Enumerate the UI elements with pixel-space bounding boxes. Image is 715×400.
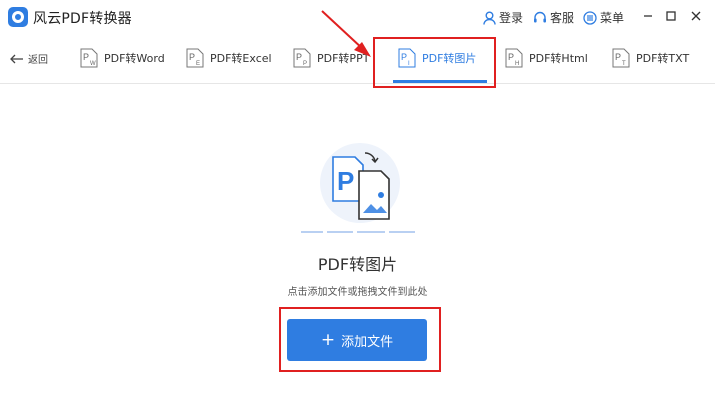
minimize-button[interactable]	[640, 8, 656, 24]
tab-pdf-to-html[interactable]: PH PDF转Html	[505, 47, 588, 69]
arrow-left-icon	[10, 54, 23, 63]
conversion-tab-bar: 返回 PW PDF转Word PE PDF转Excel PP PDF转PPT P…	[0, 34, 715, 84]
tab-label: PDF转Excel	[210, 52, 272, 65]
svg-text:P: P	[615, 52, 621, 62]
plus-icon: +	[320, 329, 336, 350]
add-file-button[interactable]: + 添加文件	[287, 319, 427, 361]
tab-pdf-to-word[interactable]: PW PDF转Word	[80, 47, 165, 69]
tab-label: PDF转PPT	[317, 52, 370, 65]
annotation-box-tab	[373, 37, 496, 88]
maximize-icon	[666, 11, 676, 21]
tab-pdf-to-txt[interactable]: PT PDF转TXT	[612, 47, 689, 69]
title-bar: 风云PDF转换器 登录 客服 菜单	[0, 0, 715, 34]
pdf-ppt-file-icon: PP	[293, 48, 311, 68]
back-label: 返回	[28, 55, 48, 66]
pdf-txt-file-icon: PT	[612, 48, 630, 68]
menu-icon	[583, 10, 597, 25]
tab-pdf-to-excel[interactable]: PE PDF转Excel	[186, 47, 272, 69]
maximize-button[interactable]	[663, 8, 679, 24]
service-label: 客服	[550, 11, 575, 25]
service-button[interactable]: 客服	[533, 9, 574, 26]
back-button[interactable]: 返回	[10, 51, 48, 66]
svg-text:P: P	[189, 52, 195, 62]
login-label: 登录	[499, 11, 524, 25]
menu-label: 菜单	[600, 11, 625, 25]
svg-text:P: P	[303, 61, 307, 67]
headset-icon	[534, 11, 546, 22]
svg-text:P: P	[508, 52, 514, 62]
tab-label: PDF转Html	[529, 52, 588, 65]
minimize-icon	[644, 15, 652, 17]
svg-text:P: P	[83, 52, 89, 62]
pdf-to-image-illustration: P	[301, 143, 415, 233]
drop-hint: 点击添加文件或拖拽文件到此处	[287, 287, 428, 298]
page-title: PDF转图片	[317, 255, 398, 274]
app-logo-icon	[8, 7, 28, 27]
login-button[interactable]: 登录	[483, 9, 523, 26]
svg-text:E: E	[196, 61, 200, 67]
close-icon	[691, 11, 701, 21]
tab-label: PDF转Word	[104, 52, 165, 65]
pdf-html-file-icon: PH	[505, 48, 523, 68]
svg-text:W: W	[90, 61, 96, 67]
svg-text:H: H	[515, 61, 519, 67]
pdf-word-file-icon: PW	[80, 48, 98, 68]
add-file-label: 添加文件	[341, 334, 394, 350]
svg-text:T: T	[622, 61, 626, 67]
user-icon	[483, 11, 496, 25]
pdf-excel-file-icon: PE	[186, 48, 204, 68]
close-button[interactable]	[688, 8, 704, 24]
svg-text:P: P	[296, 52, 302, 62]
svg-text:P: P	[337, 166, 354, 196]
tab-pdf-to-ppt[interactable]: PP PDF转PPT	[293, 47, 369, 69]
app-title: 风云PDF转换器	[33, 11, 132, 27]
menu-button[interactable]: 菜单	[583, 9, 624, 26]
tab-label: PDF转TXT	[636, 52, 690, 65]
